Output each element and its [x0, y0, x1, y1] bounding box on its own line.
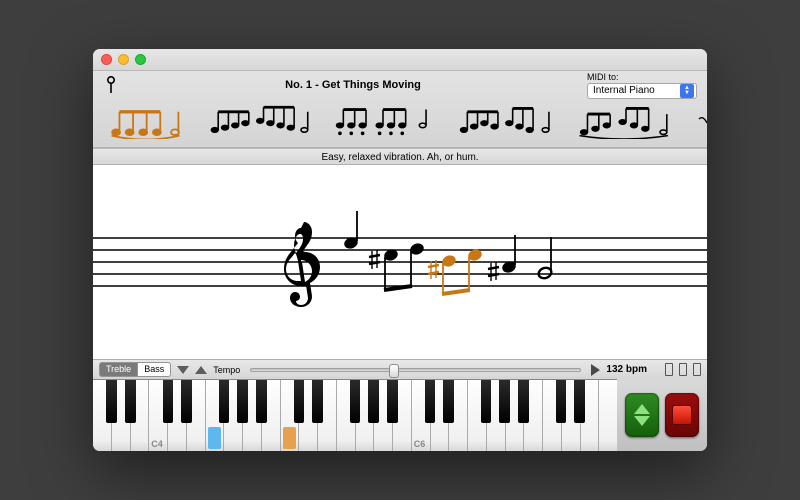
white-key[interactable]: [487, 380, 506, 451]
top-toolbar: No. 1 - Get Things Moving MIDI to: Inter…: [93, 71, 707, 148]
white-key[interactable]: [299, 380, 318, 451]
octave-label: C4: [151, 439, 163, 449]
dropdown-caret-icon: ▲▼: [680, 84, 694, 98]
close-window-button[interactable]: [101, 54, 112, 65]
white-key[interactable]: [581, 380, 600, 451]
midi-output-box: MIDI to: Internal Piano ▲▼: [587, 72, 697, 99]
staff-area: [93, 165, 707, 359]
exercise-instruction: Easy, relaxed vibration. Ah, or hum.: [93, 148, 707, 165]
white-key[interactable]: C4: [149, 380, 168, 451]
white-key[interactable]: [337, 380, 356, 451]
midi-output-value: Internal Piano: [593, 85, 655, 96]
white-key[interactable]: [431, 380, 450, 451]
tempo-slider[interactable]: [250, 368, 581, 372]
play-button[interactable]: [591, 364, 600, 376]
white-key[interactable]: [468, 380, 487, 451]
pattern-thumb-4[interactable]: [456, 105, 552, 139]
control-strip: Treble Bass Tempo 132 bpm: [93, 359, 707, 379]
treble-clef-icon: [284, 222, 320, 307]
staff-canvas: [93, 165, 707, 359]
arrow-up-icon: [634, 404, 650, 414]
white-key[interactable]: [112, 380, 131, 451]
midi-label: MIDI to:: [587, 72, 697, 82]
transpose-up-button[interactable]: [195, 366, 207, 374]
loop-icon[interactable]: [693, 363, 701, 376]
tempo-label: Tempo: [213, 365, 240, 375]
white-key[interactable]: [206, 380, 225, 451]
white-key[interactable]: [356, 380, 375, 451]
pattern-thumb-1[interactable]: [107, 105, 186, 139]
exercise-title: No. 1 - Get Things Moving: [119, 79, 587, 91]
clef-tab-bass[interactable]: Bass: [137, 362, 171, 377]
white-key[interactable]: [562, 380, 581, 451]
white-key[interactable]: [543, 380, 562, 451]
white-key[interactable]: [506, 380, 525, 451]
white-key[interactable]: [187, 380, 206, 451]
white-key[interactable]: [224, 380, 243, 451]
clef-tab-treble[interactable]: Treble: [99, 362, 137, 377]
octave-label: C5: [283, 439, 295, 449]
white-key[interactable]: C5: [281, 380, 300, 451]
pattern-thumb-6[interactable]: [693, 105, 707, 139]
piano-keyboard[interactable]: C4 C5 C6: [93, 379, 617, 451]
minimize-window-button[interactable]: [118, 54, 129, 65]
window-titlebar: [93, 49, 707, 71]
help-icon[interactable]: [103, 74, 119, 96]
white-key[interactable]: [318, 380, 337, 451]
white-key[interactable]: [374, 380, 393, 451]
octave-label: C6: [414, 439, 426, 449]
white-key[interactable]: [449, 380, 468, 451]
stop-button[interactable]: [665, 393, 699, 437]
white-key[interactable]: C6: [412, 380, 431, 451]
pitch-stepper[interactable]: [625, 393, 659, 437]
white-key[interactable]: [243, 380, 262, 451]
white-key[interactable]: [599, 380, 617, 451]
pattern-selector: [103, 97, 697, 143]
tempo-slider-knob[interactable]: [389, 364, 399, 378]
white-key[interactable]: [393, 380, 412, 451]
white-key[interactable]: [524, 380, 543, 451]
pattern-thumb-2[interactable]: [208, 105, 310, 139]
stop-icon: [672, 405, 692, 425]
arrow-down-icon: [634, 416, 650, 426]
white-key[interactable]: [131, 380, 150, 451]
transpose-down-button[interactable]: [177, 366, 189, 374]
zoom-window-button[interactable]: [135, 54, 146, 65]
bottom-panel: C4 C5 C6: [93, 379, 707, 451]
metronome-icon[interactable]: [679, 363, 687, 376]
white-key[interactable]: [168, 380, 187, 451]
tuning-fork-icon[interactable]: [665, 363, 673, 376]
midi-output-select[interactable]: Internal Piano ▲▼: [587, 83, 697, 99]
pattern-thumb-3[interactable]: [332, 105, 434, 139]
pattern-thumb-5[interactable]: [575, 105, 671, 139]
transport-panel: [617, 379, 707, 451]
app-window: No. 1 - Get Things Moving MIDI to: Inter…: [93, 49, 707, 451]
tempo-readout: 132 bpm: [606, 364, 647, 375]
white-key[interactable]: [262, 380, 281, 451]
white-key[interactable]: [93, 380, 112, 451]
